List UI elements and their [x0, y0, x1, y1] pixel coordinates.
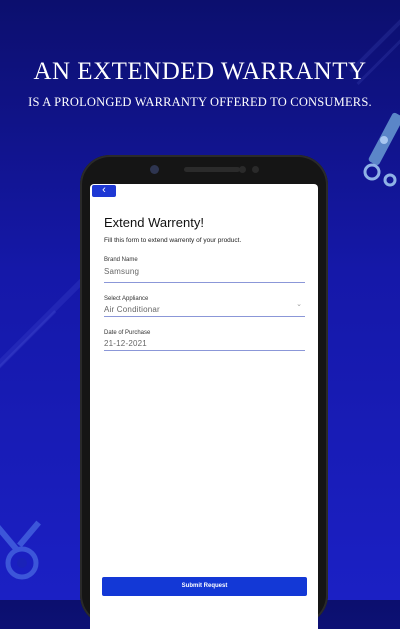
ambient-sensor — [252, 166, 259, 173]
front-camera — [150, 165, 159, 174]
earpiece-speaker — [184, 167, 240, 172]
banner-headline: AN EXTENDED WARRANTY — [33, 58, 367, 85]
appliance-underline — [104, 316, 305, 317]
chevron-down-icon[interactable]: ⌄ — [296, 300, 302, 308]
purchase-date-input[interactable]: 21-12-2021 — [104, 339, 147, 348]
decorative-stripe — [0, 310, 57, 383]
form-subtitle: Fill this form to extend warrenty of you… — [104, 237, 242, 244]
submit-request-button[interactable]: Submit Request — [102, 577, 307, 596]
form-title: Extend Warrenty! — [104, 215, 204, 230]
phone-frame: ‹ Extend Warrenty! Fill this form to ext… — [80, 155, 328, 629]
appliance-label: Select Appliance — [104, 296, 149, 302]
gear-icon — [0, 520, 41, 580]
proximity-sensor — [239, 166, 246, 173]
purchase-date-underline — [104, 350, 305, 351]
brand-name-underline — [104, 282, 305, 283]
brand-name-label: Brand Name — [104, 257, 138, 263]
brand-name-input[interactable]: Samsung — [104, 267, 139, 276]
banner-subline: IS A PROLONGED WARRANTY OFFERED TO CONSU… — [28, 95, 372, 109]
purchase-date-label: Date of Purchase — [104, 330, 151, 336]
back-button[interactable]: ‹ — [92, 185, 116, 197]
wrench-icon — [363, 112, 400, 187]
app-screen: ‹ Extend Warrenty! Fill this form to ext… — [90, 184, 318, 629]
appliance-select[interactable]: Air Conditionar — [104, 305, 160, 314]
